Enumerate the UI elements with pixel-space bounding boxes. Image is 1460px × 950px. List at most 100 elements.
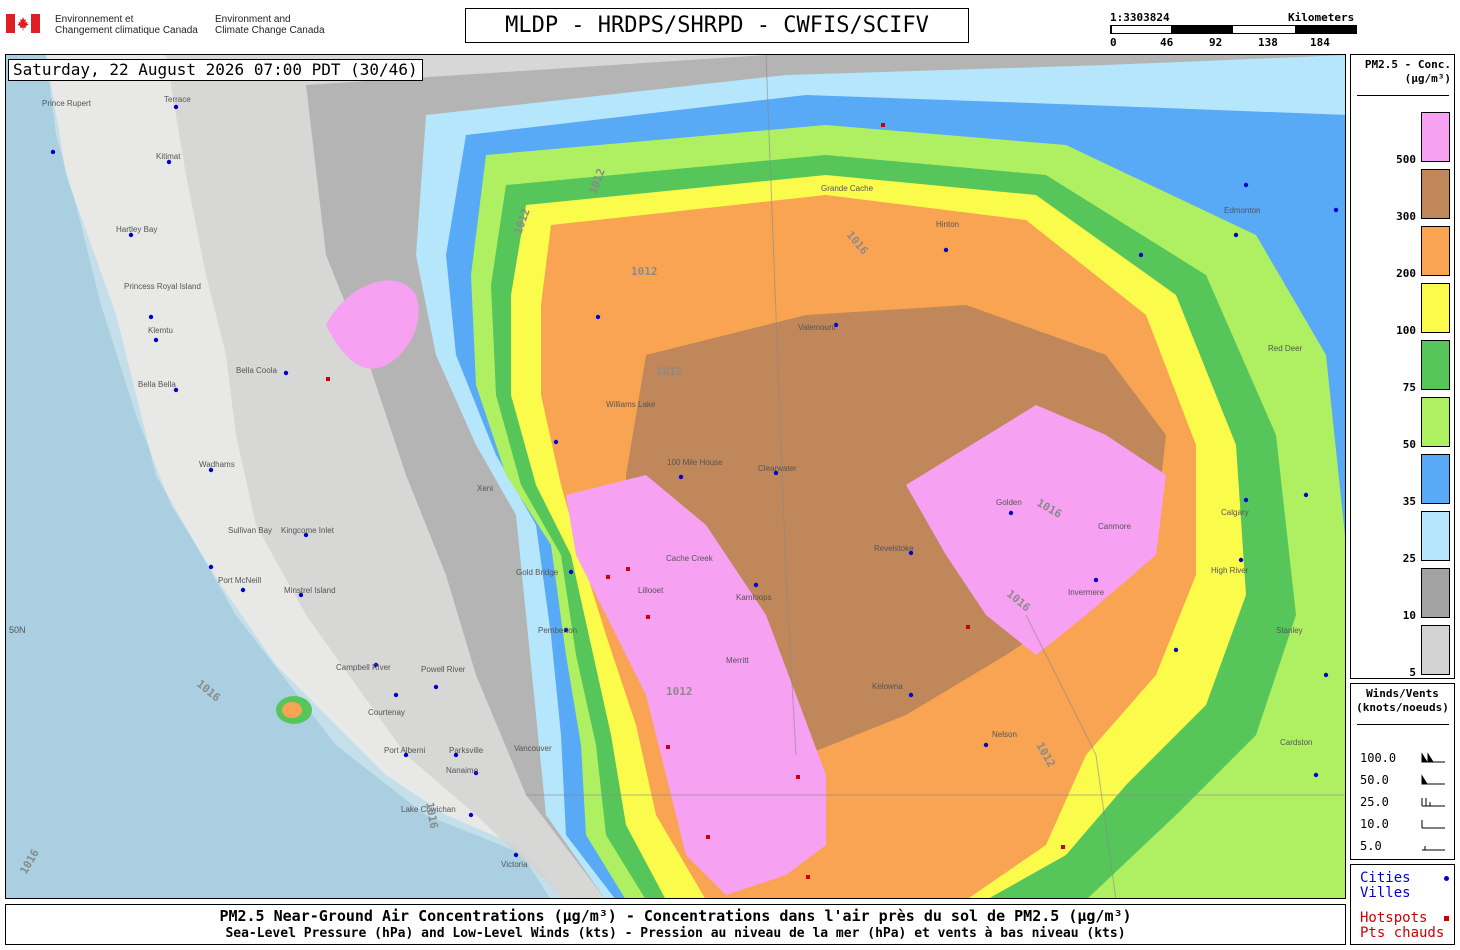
place-label: Revelstoke	[874, 544, 914, 553]
caption-line-1: PM2.5 Near-Ground Air Concentrations (µg…	[219, 907, 1132, 925]
legend-title-line: (knots/noeuds)	[1356, 701, 1449, 714]
wind-legend-title: Winds/Vents (knots/noeuds)	[1351, 687, 1454, 715]
legend-swatch	[1421, 625, 1450, 675]
scale-tick-label: 184	[1310, 36, 1330, 49]
scale-tick-label: 92	[1209, 36, 1223, 49]
place-label: Nelson	[992, 730, 1017, 739]
place-label: Terrace	[164, 95, 191, 104]
place-label: Lillooet	[638, 586, 664, 595]
place-label: Nanaimo	[446, 766, 479, 775]
legend-swatch	[1421, 283, 1450, 333]
place-label: Golden	[996, 498, 1022, 507]
place-label: Vancouver	[514, 744, 552, 753]
concentration-legend-title: PM2.5 - Conc. (µg/m³)	[1359, 58, 1451, 86]
city-dot-icon	[1444, 876, 1449, 881]
place-label: Victoria	[501, 860, 528, 869]
legend-swatch	[1421, 169, 1450, 219]
legend-level-label: 50	[1402, 438, 1416, 451]
agency-en-line: Environment and	[215, 14, 291, 25]
scale-unit: Kilometers	[1288, 11, 1355, 24]
scale-ratio: 1:3303824	[1110, 11, 1170, 24]
hotspots-label: Pts chauds	[1360, 925, 1445, 941]
place-label: Port Alberni	[384, 746, 426, 755]
place-label: Grande Cache	[821, 184, 874, 193]
wind-speed-label: 25.0	[1360, 795, 1389, 809]
place-label: Wadhams	[199, 460, 235, 469]
wind-speed-label: 100.0	[1360, 751, 1397, 765]
place-label: Campbell River	[336, 663, 391, 672]
place-label: Minstrel Island	[284, 586, 336, 595]
place-label: 100 Mile House	[667, 458, 723, 467]
concentration-map[interactable]: Prince Rupert Terrace Kitimat Hartley Ba…	[6, 55, 1346, 899]
wind-speed-label: 10.0	[1360, 817, 1389, 831]
scale-bar	[1110, 25, 1357, 34]
scale-tick-label: 0	[1110, 36, 1117, 49]
place-label: Port McNeill	[218, 576, 261, 585]
agency-name-fr: Environnement et Changement climatique C…	[55, 14, 198, 36]
place-label: Courtenay	[368, 708, 405, 717]
cities-label: Cities	[1360, 870, 1411, 886]
concentration-legend: PM2.5 - Conc. (µg/m³) 500 300 200 100 75 50 35…	[1350, 54, 1455, 679]
legend-level-label: 100	[1396, 324, 1416, 337]
legend-level-label: 25	[1402, 552, 1416, 565]
place-label: Hinton	[936, 220, 959, 229]
place-label: Parksville	[449, 746, 484, 755]
place-label: Merritt	[726, 656, 749, 665]
place-label: Kamloops	[736, 593, 772, 602]
wind-speed-label: 50.0	[1360, 773, 1389, 787]
isobar-label: 1012	[631, 265, 658, 278]
place-label: Edmonton	[1224, 206, 1260, 215]
agency-fr-line: Changement climatique Canada	[55, 25, 198, 36]
legend-swatch	[1421, 568, 1450, 618]
place-label: Red Deer	[1268, 344, 1303, 353]
place-label: Princess Royal Island	[124, 282, 201, 291]
legend-title-line: (µg/m³)	[1404, 72, 1451, 85]
legend-level-label: 200	[1396, 267, 1416, 280]
place-label: Stanley	[1276, 626, 1303, 635]
place-label: Prince Rupert	[42, 99, 92, 108]
place-label: Bella Coola	[236, 366, 277, 375]
place-label: Clearwater	[758, 464, 797, 473]
place-label: Canmore	[1098, 522, 1131, 531]
place-label: Klemtu	[148, 326, 173, 335]
wind-barb-icons	[1421, 752, 1445, 851]
place-label: Hartley Bay	[116, 225, 157, 234]
place-label: Calgary	[1221, 508, 1249, 517]
legend-level-label: 35	[1402, 495, 1416, 508]
place-label: Williams Lake	[606, 400, 656, 409]
place-label: Xeni	[477, 484, 493, 493]
agency-en-line: Climate Change Canada	[215, 25, 325, 36]
page-title: MLDP - HRDPS/SHRPD - CWFIS/SCIFV	[465, 8, 969, 43]
legend-level-label: 5	[1409, 666, 1416, 679]
points-legend: Cities Villes Hotspots Pts chauds	[1350, 864, 1455, 945]
place-label: Kelowna	[872, 682, 903, 691]
legend-swatch	[1421, 112, 1450, 162]
legend-swatch	[1421, 397, 1450, 447]
place-label: Cache Creek	[666, 554, 714, 563]
caption-line-2: Sea-Level Pressure (hPa) and Low-Level W…	[225, 926, 1126, 941]
legend-level-label: 300	[1396, 210, 1416, 223]
place-label: High River	[1211, 566, 1249, 575]
scale-tick-label: 46	[1160, 36, 1174, 49]
place-label: Kitimat	[156, 152, 181, 161]
legend-level-label: 500	[1396, 153, 1416, 166]
legend-swatch	[1421, 511, 1450, 561]
legend-divider	[1357, 724, 1449, 725]
place-label: Kingcome Inlet	[281, 526, 335, 535]
legend-swatch	[1421, 340, 1450, 390]
place-label: Pemberton	[538, 626, 577, 635]
map-panel[interactable]: Prince Rupert Terrace Kitimat Hartley Ba…	[5, 54, 1346, 899]
place-label: Gold Bridge	[516, 568, 559, 577]
legend-swatch	[1421, 454, 1450, 504]
hotspot-square-icon	[1444, 916, 1449, 921]
legend-swatch	[1421, 226, 1450, 276]
place-label: Powell River	[421, 665, 466, 674]
agency-name-en: Environment and Climate Change Canada	[215, 14, 325, 36]
legend-level-label: 10	[1402, 609, 1416, 622]
place-label: Cardston	[1280, 738, 1312, 747]
place-label: Invermere	[1068, 588, 1105, 597]
place-label: Valemount	[798, 323, 836, 332]
hotspots-label: Hotspots	[1360, 910, 1428, 926]
place-label: Sullivan Bay	[228, 526, 272, 535]
wind-legend: Winds/Vents (knots/noeuds) 100.0 50.0 25…	[1350, 683, 1455, 860]
